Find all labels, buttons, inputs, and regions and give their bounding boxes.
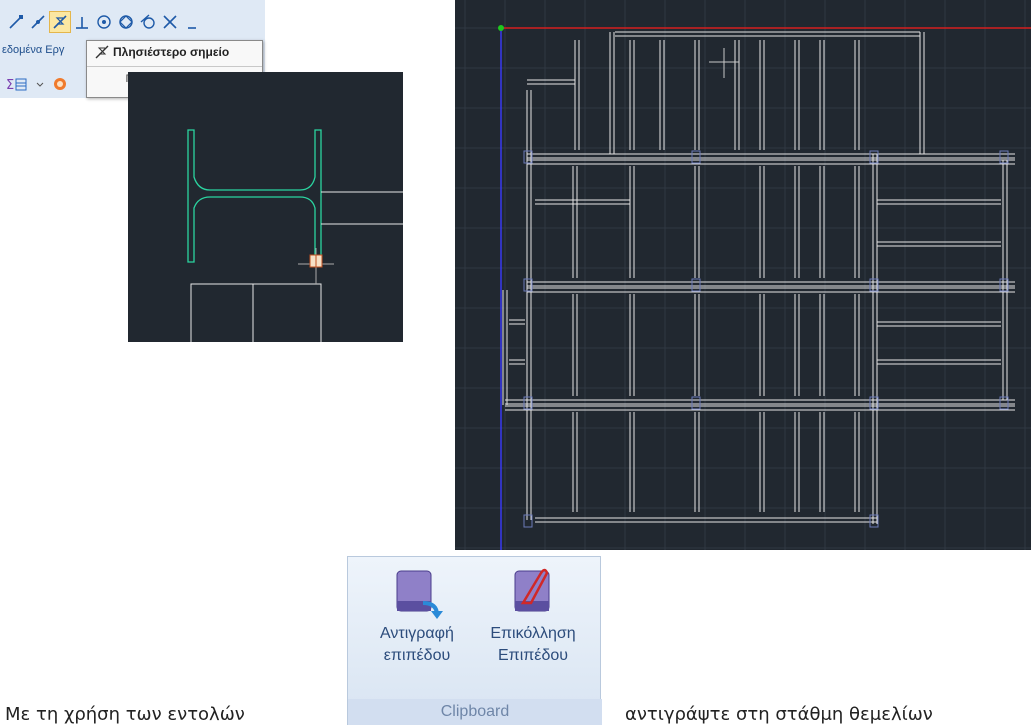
cad-detail-viewport[interactable] [128,72,403,345]
dropdown-arrow-icon[interactable] [36,76,44,92]
copy-layer-label-1: Αντιγραφή [380,625,454,642]
ribbon-row: Σ [6,76,68,92]
clipboard-ribbon-group: Αντιγραφή επιπέδου Επικόλληση Επιπέδου C… [347,556,602,725]
perpendicular-snap-icon[interactable] [72,12,92,32]
paste-layer-label-1: Επικόλληση [490,625,576,642]
nearest-snap-icon [95,45,109,59]
snap-icons-row [6,11,202,33]
tooltip-separator [87,66,262,67]
copy-layer-label-2: επιπέδου [383,647,451,664]
intersection-snap-icon[interactable] [160,12,180,32]
caption-text-continued: αντιγράψτε στη στάθμη θεμελίων [625,704,933,725]
svg-text:Σ: Σ [6,78,14,92]
tooltip-title-text: Πλησιέστερο σημείο [113,45,230,59]
more-snaps-icon[interactable] [182,12,202,32]
tooltip-title: Πλησιέστερο σημείο [95,45,229,59]
clipboard-group-label: Clipboard [348,699,602,725]
plan-column [691,396,701,410]
sum-table-icon[interactable]: Σ [6,76,28,92]
ribbon-tab-label[interactable]: εδομένα Εργ [2,44,64,56]
cad-detail-drawing [187,129,403,345]
plan-column [691,278,701,292]
center-snap-icon[interactable] [94,12,114,32]
snap-cursor [298,248,334,284]
endpoint-snap-icon[interactable] [6,12,26,32]
origin-point [498,25,504,31]
cad-plan-viewport[interactable] [455,0,1031,550]
plan-column [691,150,701,164]
copy-layer-button[interactable]: Αντιγραφή επιπέδου [362,563,472,667]
midpoint-snap-icon[interactable] [28,12,48,32]
paste-layer-icon [514,568,550,612]
paste-layer-label-2: Επιπέδου [498,647,568,664]
refresh-icon[interactable] [52,76,68,92]
cad-plan-drawing [455,0,1031,550]
paste-layer-button[interactable]: Επικόλληση Επιπέδου [478,563,588,667]
column-outline [187,129,322,263]
copy-layer-icon [396,570,443,619]
quadrant-snap-icon[interactable] [116,12,136,32]
tangent-snap-icon[interactable] [138,12,158,32]
caption-text: Με τη χρήση των εντολών [5,704,245,725]
nearest-snap-icon[interactable] [49,11,71,33]
